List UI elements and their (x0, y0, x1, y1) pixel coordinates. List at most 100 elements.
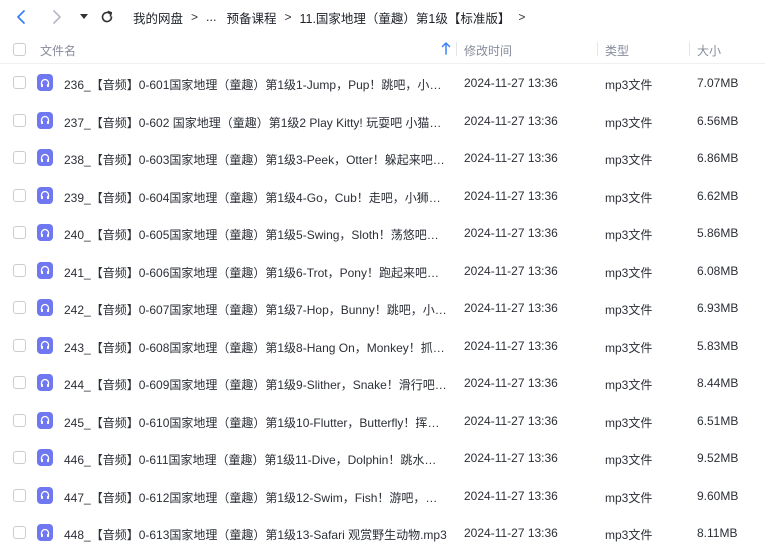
column-modified-header[interactable]: 修改时间 (464, 42, 512, 59)
file-name[interactable]: 448_【音频】0-613国家地理（童趣）第1级13-Safari 观赏野生动物… (64, 526, 448, 543)
chevron-right-icon (53, 10, 61, 24)
file-size: 8.11MB (697, 526, 738, 540)
row-checkbox[interactable] (13, 263, 26, 277)
file-modified-time: 2024-11-27 13:36 (464, 413, 558, 428)
file-type: mp3文件 (605, 490, 653, 505)
row-checkbox[interactable] (13, 488, 26, 502)
row-checkbox[interactable] (13, 151, 26, 164)
file-type: mp3文件 (605, 453, 653, 467)
file-name[interactable]: 241_【音频】0-606国家地理（童趣）第1级6-Trot，Pony！跑起来吧… (64, 264, 448, 281)
file-row[interactable]: 238_【音频】0-603国家地理（童趣）第1级3-Peek，Otter！躲起来… (0, 139, 765, 177)
row-checkbox[interactable] (13, 451, 26, 464)
file-name[interactable]: 237_【音频】0-602 国家地理（童趣）第1级2 Play Kitty! 玩… (64, 114, 448, 131)
file-modified-time: 2024-11-27 13:36 (464, 376, 558, 390)
file-row[interactable]: 239_【音频】0-604国家地理（童趣）第1级4-Go，Cub！走吧，小狮子！… (0, 177, 765, 215)
audio-file-icon (37, 111, 53, 129)
row-checkbox[interactable] (13, 76, 26, 89)
chevron-left-icon (17, 10, 25, 24)
file-row[interactable]: 245_【音频】0-610国家地理（童趣）第1级10-Flutter，Butte… (0, 402, 765, 440)
audio-file-icon (37, 411, 53, 429)
column-type-header[interactable]: 类型 (605, 42, 629, 59)
sort-ascending-icon[interactable] (441, 41, 451, 58)
file-name[interactable]: 243_【音频】0-608国家地理（童趣）第1级8-Hang On，Monkey… (64, 339, 448, 356)
file-size: 6.56MB (697, 113, 739, 128)
file-row[interactable]: 447_【音频】0-612国家地理（童趣）第1级12-Swim，Fish！游吧，… (0, 477, 765, 515)
row-checkbox[interactable] (13, 376, 26, 389)
file-size: 9.60MB (697, 488, 739, 503)
select-all-checkbox[interactable] (13, 43, 26, 56)
file-type: mp3文件 (605, 190, 653, 205)
file-size: 6.51MB (697, 413, 739, 428)
file-name[interactable]: 238_【音频】0-603国家地理（童趣）第1级3-Peek，Otter！躲起来… (64, 151, 448, 168)
audio-file-icon (37, 336, 53, 354)
row-checkbox[interactable] (13, 188, 26, 202)
file-size: 6.86MB (697, 151, 739, 165)
row-checkbox[interactable] (13, 526, 26, 539)
file-row[interactable]: 244_【音频】0-609国家地理（童趣）第1级9-Slither，Snake！… (0, 364, 765, 402)
file-type: mp3文件 (605, 415, 653, 430)
file-name[interactable]: 236_【音频】0-601国家地理（童趣）第1级1-Jump，Pup！跳吧，小狗… (64, 76, 448, 93)
file-name[interactable]: 245_【音频】0-610国家地理（童趣）第1级10-Flutter，Butte… (64, 414, 448, 431)
breadcrumb-separator: > (518, 10, 526, 24)
file-list-header: 文件名 修改时间 类型 大小 (0, 34, 765, 64)
file-modified-time: 2024-11-27 13:36 (464, 301, 558, 315)
file-size: 5.86MB (697, 226, 739, 240)
row-checkbox[interactable] (13, 226, 26, 239)
file-row[interactable]: 243_【音频】0-608国家地理（童趣）第1级8-Hang On，Monkey… (0, 327, 765, 365)
refresh-icon (101, 10, 113, 23)
file-modified-time: 2024-11-27 13:36 (464, 526, 558, 540)
audio-file-icon (37, 224, 53, 241)
file-type: mp3文件 (605, 265, 653, 280)
file-row[interactable]: 237_【音频】0-602 国家地理（童趣）第1级2 Play Kitty! 玩… (0, 102, 765, 140)
file-type: mp3文件 (605, 340, 653, 355)
history-dropdown-button[interactable] (77, 5, 91, 29)
row-checkbox[interactable] (13, 338, 26, 352)
file-name[interactable]: 244_【音频】0-609国家地理（童趣）第1级9-Slither，Snake！… (64, 376, 448, 393)
file-type: mp3文件 (605, 153, 653, 167)
refresh-button[interactable] (95, 5, 119, 29)
file-modified-time: 2024-11-27 13:36 (464, 451, 558, 465)
breadcrumb-my-drive[interactable]: 我的网盘 (133, 8, 183, 27)
file-name[interactable]: 447_【音频】0-612国家地理（童趣）第1级12-Swim，Fish！游吧，… (64, 489, 448, 506)
file-row[interactable]: 448_【音频】0-613国家地理（童趣）第1级13-Safari 观赏野生动物… (0, 514, 765, 550)
breadcrumb-prep-course[interactable]: 预备课程 (226, 8, 276, 27)
audio-file-icon (37, 186, 53, 204)
audio-file-icon (37, 374, 53, 391)
file-type: mp3文件 (605, 528, 653, 542)
file-size: 9.52MB (697, 451, 739, 465)
file-size: 6.08MB (697, 263, 739, 278)
file-modified-time: 2024-11-27 13:36 (464, 338, 558, 353)
file-name[interactable]: 240_【音频】0-605国家地理（童趣）第1级5-Swing，Sloth！荡悠… (64, 226, 448, 243)
column-divider[interactable] (689, 42, 690, 56)
file-modified-time: 2024-11-27 13:36 (464, 263, 558, 278)
file-type: mp3文件 (605, 228, 653, 242)
file-row[interactable]: 236_【音频】0-601国家地理（童趣）第1级1-Jump，Pup！跳吧，小狗… (0, 64, 765, 102)
row-checkbox[interactable] (13, 301, 26, 314)
file-row[interactable]: 446_【音频】0-611国家地理（童趣）第1级11-Dive，Dolphin！… (0, 439, 765, 477)
audio-file-icon (37, 299, 53, 316)
column-divider[interactable] (597, 42, 598, 56)
breadcrumb-collapsed[interactable]: ... (206, 10, 216, 24)
file-name[interactable]: 446_【音频】0-611国家地理（童趣）第1级11-Dive，Dolphin！… (64, 451, 448, 468)
file-row[interactable]: 240_【音频】0-605国家地理（童趣）第1级5-Swing，Sloth！荡悠… (0, 214, 765, 252)
file-row[interactable]: 241_【音频】0-606国家地理（童趣）第1级6-Trot，Pony！跑起来吧… (0, 252, 765, 290)
back-button[interactable] (9, 5, 33, 29)
column-size-header[interactable]: 大小 (697, 42, 721, 59)
audio-file-icon (37, 524, 53, 541)
forward-button[interactable] (45, 5, 69, 29)
audio-file-icon (37, 261, 53, 279)
caret-down-icon (80, 14, 88, 19)
file-name[interactable]: 242_【音频】0-607国家地理（童趣）第1级7-Hop，Bunny！跳吧，小… (64, 301, 448, 318)
column-divider[interactable] (456, 42, 457, 56)
audio-file-icon (37, 74, 53, 91)
row-checkbox[interactable] (13, 113, 26, 127)
breadcrumb-separator: > (191, 10, 199, 24)
file-row[interactable]: 242_【音频】0-607国家地理（童趣）第1级7-Hop，Bunny！跳吧，小… (0, 289, 765, 327)
column-name-header[interactable]: 文件名 (40, 42, 76, 59)
file-type: mp3文件 (605, 378, 653, 392)
file-size: 6.62MB (697, 188, 739, 203)
file-name[interactable]: 239_【音频】0-604国家地理（童趣）第1级4-Go，Cub！走吧，小狮子！… (64, 189, 448, 206)
file-size: 6.93MB (697, 301, 739, 315)
row-checkbox[interactable] (13, 413, 26, 427)
breadcrumb: 我的网盘 > ... 预备课程 > 11.国家地理（童趣）第1级【标准版】 > (133, 8, 533, 27)
